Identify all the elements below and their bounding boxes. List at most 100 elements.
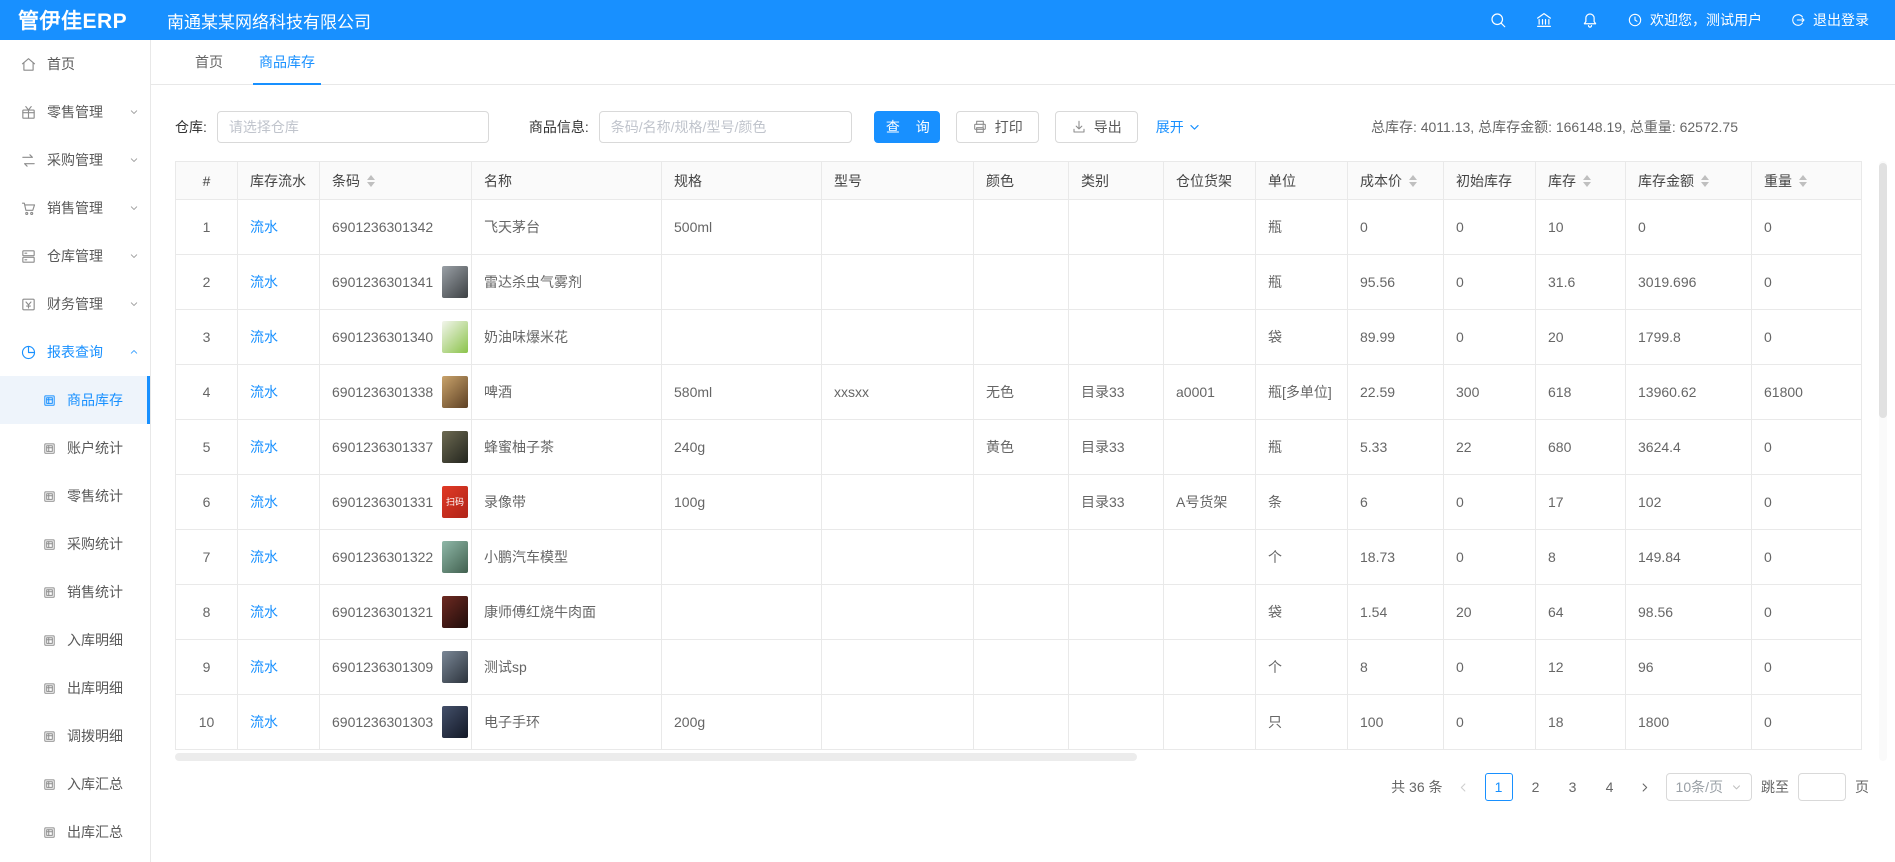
cell-cost: 0 xyxy=(1348,200,1444,255)
table-row: 10流水6901236301303电子手环200g只10001818000 xyxy=(176,695,1862,750)
cell-init: 0 xyxy=(1444,475,1536,530)
vertical-scrollbar[interactable] xyxy=(1879,161,1887,761)
cell-color xyxy=(974,255,1069,310)
sidebar-item-product-stock[interactable]: 商品库存 xyxy=(0,376,150,424)
flow-link[interactable]: 流水 xyxy=(250,382,278,402)
product-info-input[interactable] xyxy=(599,111,852,143)
page-button-4[interactable]: 4 xyxy=(1596,773,1624,801)
flow-link[interactable]: 流水 xyxy=(250,272,278,292)
cell-index: 9 xyxy=(176,640,238,695)
flow-link[interactable]: 流水 xyxy=(250,327,278,347)
flow-link[interactable]: 流水 xyxy=(250,217,278,237)
sidebar-item-inbound-summary[interactable]: 入库汇总 xyxy=(0,760,150,808)
sidebar-item-finance-mgmt[interactable]: 财务管理 xyxy=(0,280,150,328)
cell-color xyxy=(974,585,1069,640)
chevron-down-icon xyxy=(1188,121,1201,134)
flow-link[interactable]: 流水 xyxy=(250,657,278,677)
column-header-barcode[interactable]: 条码 xyxy=(320,162,472,200)
barcode-value: 6901236301322 xyxy=(332,549,433,565)
cell-model xyxy=(822,695,974,750)
expand-link[interactable]: 展开 xyxy=(1156,117,1201,137)
cell-name: 康师傅红烧牛肉面 xyxy=(472,585,662,640)
cell-stock: 20 xyxy=(1536,310,1626,365)
column-header-cost[interactable]: 成本价 xyxy=(1348,162,1444,200)
page-size-select[interactable]: 10条/页 xyxy=(1666,773,1752,801)
cell-shelf: A号货架 xyxy=(1164,475,1256,530)
product-info-label: 商品信息: xyxy=(529,117,589,137)
welcome-user[interactable]: 欢迎您，测试用户 xyxy=(1627,10,1762,30)
page-button-2[interactable]: 2 xyxy=(1522,773,1550,801)
page-button-1[interactable]: 1 xyxy=(1485,773,1513,801)
sidebar-item-retail-mgmt[interactable]: 零售管理 xyxy=(0,88,150,136)
doc-icon xyxy=(42,777,57,792)
horizontal-scrollbar[interactable] xyxy=(175,753,1862,761)
sidebar-item-retail-stats[interactable]: 零售统计 xyxy=(0,472,150,520)
tab-home[interactable]: 首页 xyxy=(177,40,241,84)
cell-amount: 0 xyxy=(1626,200,1752,255)
flow-link[interactable]: 流水 xyxy=(250,712,278,732)
cell-init: 0 xyxy=(1444,200,1536,255)
sidebar-item-sales-mgmt[interactable]: 销售管理 xyxy=(0,184,150,232)
cell-model xyxy=(822,475,974,530)
product-thumbnail xyxy=(442,541,468,573)
bell-icon[interactable] xyxy=(1581,11,1599,29)
column-header-stock[interactable]: 库存 xyxy=(1536,162,1626,200)
flow-link[interactable]: 流水 xyxy=(250,547,278,567)
cell-spec xyxy=(662,310,822,365)
cell-name: 测试sp xyxy=(472,640,662,695)
cell-barcode: 6901236301341 xyxy=(320,255,472,310)
cell-index: 8 xyxy=(176,585,238,640)
sidebar-item-transfer-detail[interactable]: 调拨明细 xyxy=(0,712,150,760)
sidebar-item-account-stats[interactable]: 账户统计 xyxy=(0,424,150,472)
cell-name: 啤酒 xyxy=(472,365,662,420)
export-button[interactable]: 导出 xyxy=(1055,111,1138,143)
search-button[interactable]: 查 询 xyxy=(874,111,940,143)
cell-spec xyxy=(662,255,822,310)
cell-amount: 1800 xyxy=(1626,695,1752,750)
column-header-weight[interactable]: 重量 xyxy=(1752,162,1862,200)
bank-icon[interactable] xyxy=(1535,11,1553,29)
cell-stock: 618 xyxy=(1536,365,1626,420)
sidebar-item-purchase-stats[interactable]: 采购统计 xyxy=(0,520,150,568)
cell-unit: 瓶 xyxy=(1256,255,1348,310)
app-logo: 管伊佳ERP xyxy=(0,5,151,35)
doc-icon xyxy=(42,825,57,840)
sidebar-item-warehouse-mgmt[interactable]: 仓库管理 xyxy=(0,232,150,280)
page-button-3[interactable]: 3 xyxy=(1559,773,1587,801)
warehouse-select-input[interactable] xyxy=(217,111,489,143)
column-header-index: # xyxy=(176,162,238,200)
logout-button[interactable]: 退出登录 xyxy=(1790,10,1869,30)
welcome-text: 欢迎您，测试用户 xyxy=(1650,10,1762,30)
next-page-button[interactable] xyxy=(1633,773,1657,801)
sidebar-item-outbound-summary[interactable]: 出库汇总 xyxy=(0,808,150,856)
chevron-down-icon xyxy=(128,250,140,262)
flow-link[interactable]: 流水 xyxy=(250,602,278,622)
doc-icon xyxy=(42,441,57,456)
search-button-label: 查 询 xyxy=(886,117,936,137)
cell-cost: 8 xyxy=(1348,640,1444,695)
print-button[interactable]: 打印 xyxy=(956,111,1039,143)
cell-barcode: 6901236301309 xyxy=(320,640,472,695)
cell-shelf: a0001 xyxy=(1164,365,1256,420)
cell-shelf xyxy=(1164,420,1256,475)
sort-icon xyxy=(1409,175,1417,187)
flow-link[interactable]: 流水 xyxy=(250,492,278,512)
jump-page-input[interactable] xyxy=(1798,773,1846,801)
cell-stock: 8 xyxy=(1536,530,1626,585)
cell-unit: 袋 xyxy=(1256,585,1348,640)
search-icon[interactable] xyxy=(1489,11,1507,29)
sidebar-item-home[interactable]: 首页 xyxy=(0,40,150,88)
sidebar-item-sales-stats[interactable]: 销售统计 xyxy=(0,568,150,616)
sidebar-item-report-query[interactable]: 报表查询 xyxy=(0,328,150,376)
cell-category xyxy=(1069,200,1164,255)
product-thumbnail xyxy=(442,651,468,683)
tab-product-stock-label: 商品库存 xyxy=(259,52,315,72)
column-header-amount[interactable]: 库存金额 xyxy=(1626,162,1752,200)
prev-page-button[interactable] xyxy=(1452,773,1476,801)
company-name: 南通某某网络科技有限公司 xyxy=(167,8,371,33)
sidebar-item-purchase-mgmt[interactable]: 采购管理 xyxy=(0,136,150,184)
flow-link[interactable]: 流水 xyxy=(250,437,278,457)
sidebar-item-outbound-detail[interactable]: 出库明细 xyxy=(0,664,150,712)
sidebar-item-inbound-detail[interactable]: 入库明细 xyxy=(0,616,150,664)
tab-product-stock[interactable]: 商品库存 xyxy=(241,40,333,84)
